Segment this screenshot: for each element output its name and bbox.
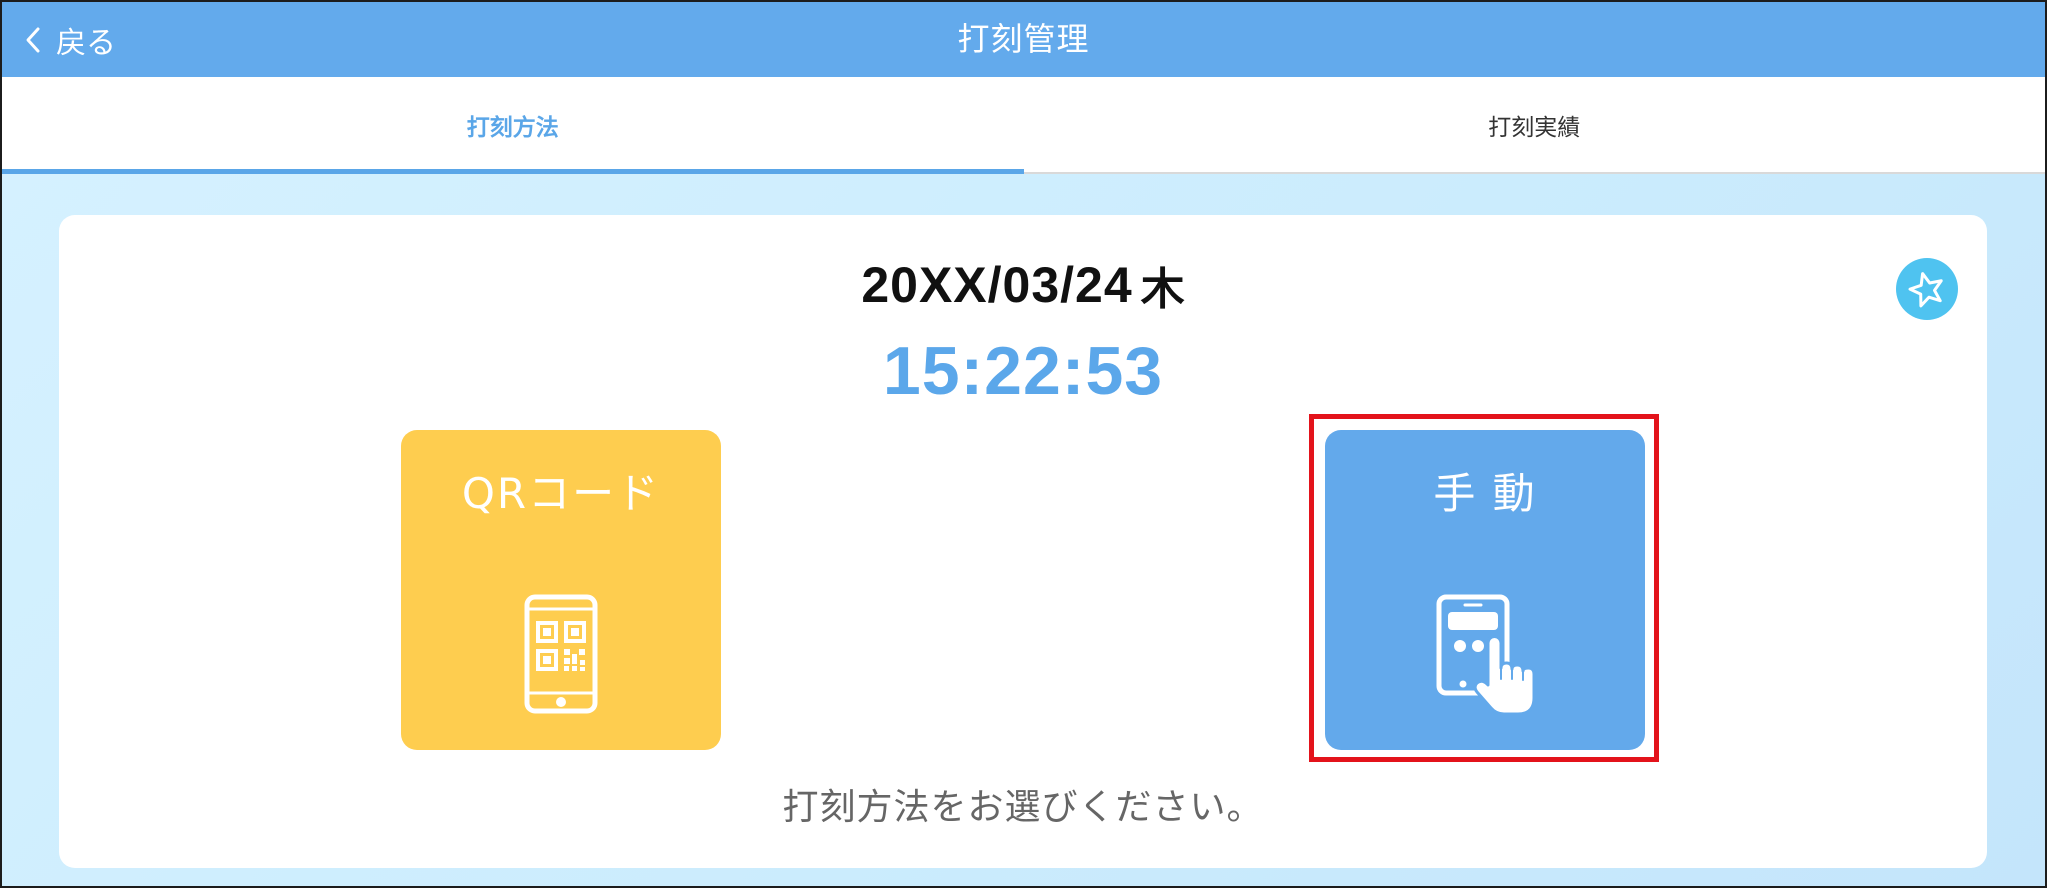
- qr-code-button[interactable]: QRコード: [401, 430, 721, 750]
- qr-code-phone-icon: [524, 594, 598, 714]
- tablet-touch-svg: [1436, 594, 1536, 715]
- chevron-left-icon: [26, 27, 40, 52]
- star-icon: [1896, 258, 1958, 320]
- qr-code-label: QRコード: [461, 469, 661, 518]
- qr-pattern: [536, 621, 586, 671]
- tab-punch-history[interactable]: 打刻実績: [1024, 77, 2046, 172]
- weekday-text: 木: [1140, 264, 1185, 315]
- manual-label: 手 動: [1433, 469, 1537, 518]
- favorite-button[interactable]: [1896, 258, 1958, 320]
- back-label: 戻る: [56, 25, 116, 61]
- tab-punch-method-label: 打刻方法: [466, 114, 559, 141]
- manual-button[interactable]: 手 動: [1325, 430, 1645, 750]
- content-area: 20XX/03/24 木 15:22:53 QRコード 手 動 打刻方法をお選び…: [2, 174, 2045, 886]
- page-title: 打刻管理: [957, 20, 1090, 58]
- tab-bar: 打刻方法 打刻実績: [2, 77, 2045, 174]
- date-display: 20XX/03/24 木: [59, 255, 1987, 315]
- date-text: 20XX/03/24: [861, 257, 1133, 313]
- tab-punch-history-label: 打刻実績: [1488, 114, 1581, 141]
- punch-card: 20XX/03/24 木 15:22:53 QRコード 手 動 打刻方法をお選び…: [59, 215, 1987, 868]
- header-bar: 打刻管理 戻る: [2, 2, 2045, 77]
- app-window: 打刻管理 戻る 打刻方法 打刻実績 20XX/03/24 木 15:22:53: [0, 0, 2047, 888]
- qr-code-phone-svg: [524, 594, 598, 714]
- tab-punch-method[interactable]: 打刻方法: [2, 77, 1024, 172]
- tablet-touch-icon: [1436, 594, 1538, 715]
- instruction-text: 打刻方法をお選びください。: [782, 787, 1264, 828]
- clock-time: 15:22:53: [882, 333, 1164, 409]
- back-button[interactable]: 戻る: [24, 2, 116, 77]
